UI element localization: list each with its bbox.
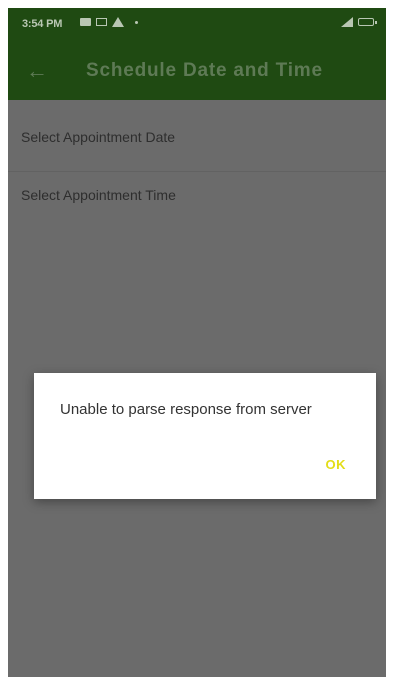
back-button[interactable]: ← <box>22 56 52 86</box>
status-icons-left <box>80 17 138 27</box>
battery-icon <box>358 18 377 26</box>
dialog-message: Unable to parse response from server <box>60 401 312 418</box>
appointment-time-label: Select Appointment Time <box>21 187 176 203</box>
warning-icon <box>112 17 124 27</box>
signal-icon <box>341 17 353 27</box>
appointment-date-field[interactable]: Select Appointment Date <box>8 100 386 172</box>
ok-button[interactable]: OK <box>326 457 347 472</box>
dot-icon <box>135 20 138 24</box>
status-bar: 3:54 PM <box>8 8 386 42</box>
message-icon <box>80 18 91 26</box>
page-title: Schedule Date and Time <box>86 60 323 81</box>
arrow-left-icon: ← <box>26 58 48 83</box>
status-time: 3:54 PM <box>22 18 63 30</box>
status-icons-right <box>341 17 377 27</box>
appointment-time-field[interactable]: Select Appointment Time <box>8 174 386 216</box>
appointment-date-label: Select Appointment Date <box>21 129 176 145</box>
error-dialog: Unable to parse response from server OK <box>34 373 376 499</box>
app-bar: ← Schedule Date and Time <box>8 42 386 100</box>
phone-screen: 3:54 PM ← Schedule Date and Time Select … <box>8 8 386 677</box>
screen-icon <box>96 18 107 26</box>
